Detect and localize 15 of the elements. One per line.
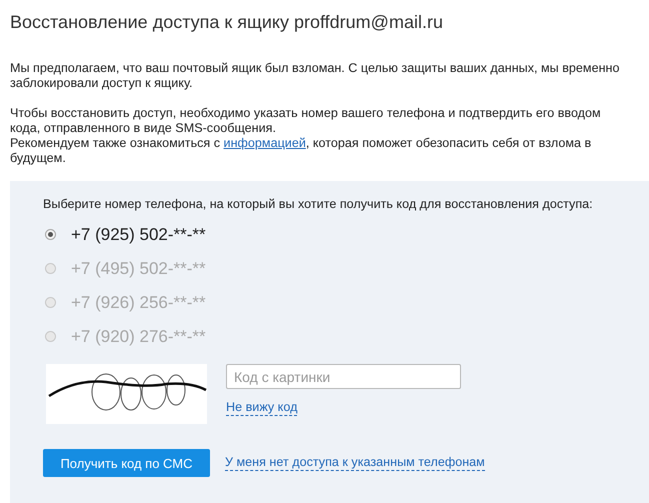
- get-code-button[interactable]: Получить код по СМС: [43, 449, 210, 477]
- paragraph: Чтобы восстановить доступ, необходимо указать номер вашего телефона и подтвердить его вводом кода, отправленного в виде SMS-сообщения.: [10, 106, 602, 136]
- page-title: Восстановление доступа к ящику proffdrum@mail.ru: [10, 11, 444, 34]
- cant-see-code-link[interactable]: Не вижу код: [226, 400, 298, 416]
- radio-button[interactable]: [45, 229, 56, 240]
- paragraph: Рекомендуем также ознакомиться с информацией, которая поможет обезопасить себя от взлома в будущем.: [10, 136, 592, 166]
- radio-button[interactable]: [45, 331, 56, 342]
- radio-button[interactable]: [45, 297, 56, 308]
- no-access-link[interactable]: У меня нет доступа к указанным телефонам: [225, 455, 485, 471]
- info-link[interactable]: информацией: [224, 136, 306, 150]
- prompt-text: Выберите номер телефона, на который вы хотите получить код для восстановления доступа:: [43, 196, 594, 212]
- phone-number[interactable]: +7 (925) 502-**-**: [71, 224, 206, 244]
- radio-button[interactable]: [45, 263, 56, 274]
- paragraph: Мы предполагаем, что ваш почтовый ящик был взломан. С целью защиты ваших данных, мы временно заблокировали доступ к ящику.: [10, 61, 620, 91]
- code-field[interactable]: Код с картинки: [226, 364, 461, 389]
